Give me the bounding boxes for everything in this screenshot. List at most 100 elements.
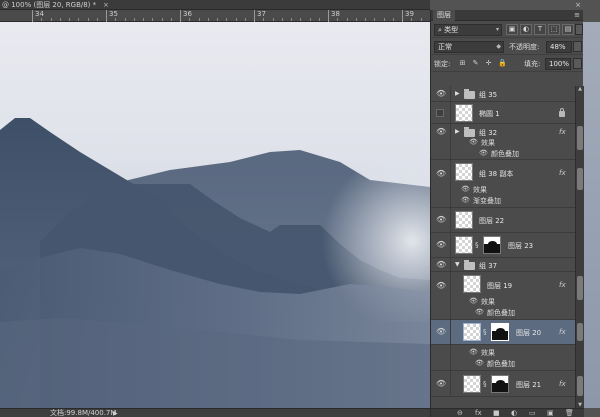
layer-name[interactable]: 图层 22 (479, 216, 504, 226)
effects-eye-icon[interactable]: 👁 (469, 138, 478, 146)
fill-slider-toggle[interactable] (573, 58, 582, 69)
expand-arrow-icon[interactable]: ▶ (455, 90, 460, 97)
ruler-minor-tick (143, 18, 144, 21)
panel-menu-icon[interactable]: ≡ (574, 10, 580, 21)
scrollbar-thumb[interactable] (577, 126, 583, 150)
effect-eye-icon[interactable]: 👁 (475, 308, 484, 316)
link-chain-icon[interactable]: § (483, 328, 487, 336)
document-tab-title[interactable]: @ 100% (图层 20, RGB/8) * (2, 0, 96, 10)
layer-name[interactable]: 图层 19 (487, 281, 512, 291)
fx-icon[interactable]: fx (559, 128, 566, 136)
scrollbar-thumb[interactable] (577, 276, 583, 300)
filter-shape-icon[interactable]: ⬚ (548, 24, 560, 35)
blend-mode-select[interactable]: 正常 ◆ (434, 41, 504, 53)
layer-row-layer-22[interactable]: 👁 图层 22 (431, 208, 575, 233)
layer-row-layer-19[interactable]: 👁 图层 19 fx 👁 效果 👁 颜色叠加 (431, 272, 575, 320)
visibility-eye-icon[interactable]: 👁 (436, 127, 446, 137)
effect-eye-icon[interactable]: 👁 (479, 149, 488, 157)
layer-name[interactable]: 图层 20 (516, 328, 541, 338)
layer-row-layer-20[interactable]: 👁 § 图层 20 fx (431, 320, 575, 345)
layer-row-group-38-copy[interactable]: 👁 组 38 副本 fx 👁 效果 👁 渐变叠加 (431, 160, 575, 208)
group-icon[interactable]: ▭ (529, 409, 536, 417)
layer-row-group-32[interactable]: 👁 ▶ 组 32 fx 👁 效果 👁 颜色叠加 (431, 124, 575, 160)
layer-row-group-35[interactable]: 👁 ▶ 组 35 (431, 86, 575, 102)
lock-all-icon[interactable]: 🔒 (498, 59, 507, 67)
fx-icon[interactable]: fx (559, 380, 566, 388)
effect-color-overlay[interactable]: 颜色叠加 (491, 149, 519, 159)
collapse-arrow-icon[interactable]: ▼ (455, 261, 460, 268)
layer-mask-thumbnail[interactable] (483, 236, 501, 254)
filter-type-select[interactable]: ⌕ 类型 ▾ (434, 24, 502, 36)
scrollbar-thumb[interactable] (577, 323, 583, 341)
tab-layers[interactable]: 图层 (433, 10, 455, 21)
filter-smart-icon[interactable]: ▤ (562, 24, 574, 35)
visibility-eye-icon[interactable]: 👁 (436, 215, 446, 225)
fx-icon[interactable]: fx (559, 328, 566, 336)
link-chain-icon[interactable]: § (475, 241, 479, 249)
trash-icon[interactable]: 🗑 (565, 409, 574, 417)
close-icon[interactable]: × (103, 0, 109, 10)
layer-row-layer-21[interactable]: 👁 § 图层 21 fx (431, 371, 575, 397)
lock-transparency-icon[interactable]: ⊞ (459, 59, 466, 67)
layer-list-scrollbar[interactable]: ▲ ▼ (575, 86, 584, 408)
status-menu-arrow[interactable]: ▶ (113, 409, 118, 417)
layer-row-group-37[interactable]: 👁 ▼ 组 37 (431, 258, 575, 272)
filter-adjustment-icon[interactable]: ◐ (520, 24, 532, 35)
fx-icon[interactable]: fx (559, 169, 566, 177)
layer-mask-thumbnail[interactable] (491, 375, 509, 393)
link-icon[interactable]: ⊖ (457, 409, 463, 417)
new-layer-icon[interactable]: ▣ (547, 409, 554, 417)
effects-eye-icon[interactable]: 👁 (469, 348, 478, 356)
visibility-eye-icon[interactable]: 👁 (436, 327, 446, 337)
fx-icon[interactable]: fx (559, 281, 566, 289)
visibility-eye-icon[interactable]: 👁 (436, 260, 446, 270)
visibility-eye-icon[interactable]: 👁 (436, 240, 446, 250)
column-divider (450, 371, 451, 396)
document-canvas[interactable] (0, 22, 430, 408)
layer-name[interactable]: 图层 21 (516, 380, 541, 390)
effects-eye-icon[interactable]: 👁 (469, 297, 478, 305)
effect-gradient-overlay[interactable]: 渐变叠加 (473, 196, 501, 206)
visibility-eye-icon[interactable]: 👁 (436, 89, 446, 99)
visibility-eye-icon[interactable]: 👁 (436, 169, 446, 179)
effect-eye-icon[interactable]: 👁 (475, 359, 484, 367)
layer-name[interactable]: 椭圆 1 (479, 109, 500, 119)
effect-color-overlay[interactable]: 颜色叠加 (487, 359, 515, 369)
lock-position-icon[interactable]: ✛ (485, 59, 492, 67)
ruler-minor-tick (420, 18, 422, 21)
visibility-off-icon[interactable] (436, 109, 444, 117)
fill-input[interactable]: 100% (545, 58, 571, 70)
link-chain-icon[interactable]: § (483, 380, 487, 388)
expand-arrow-icon[interactable]: ▶ (455, 128, 460, 135)
layer-name[interactable]: 组 38 副本 (479, 169, 513, 179)
scrollbar-thumb[interactable] (577, 376, 583, 396)
visibility-eye-icon[interactable]: 👁 (436, 281, 446, 291)
column-divider (450, 86, 451, 101)
lock-icon (559, 108, 565, 117)
layer-name[interactable]: 组 32 (479, 128, 497, 138)
lock-pixels-icon[interactable]: ✎ (472, 59, 479, 67)
scrollbar-thumb[interactable] (577, 168, 583, 190)
opacity-input[interactable]: 48% (546, 41, 572, 53)
scroll-up-icon[interactable]: ▲ (576, 86, 584, 92)
filter-pixel-icon[interactable]: ▣ (506, 24, 518, 35)
effect-eye-icon[interactable]: 👁 (461, 196, 470, 204)
mask-icon[interactable]: ■ (493, 409, 500, 417)
effect-color-overlay[interactable]: 颜色叠加 (487, 308, 515, 318)
panel-close-icon[interactable]: × (575, 1, 581, 9)
adjustment-icon[interactable]: ◐ (511, 409, 517, 417)
layer-row-layer-23[interactable]: 👁 § 图层 23 (431, 233, 575, 258)
layer-mask-thumbnail[interactable] (491, 323, 509, 341)
visibility-eye-icon[interactable]: 👁 (436, 379, 446, 389)
filter-toggle[interactable] (575, 24, 583, 35)
layer-thumbnail (455, 236, 473, 254)
layer-name[interactable]: 图层 23 (508, 241, 533, 251)
layer-row-ellipse-1[interactable]: 椭圆 1 (431, 102, 575, 124)
fx-icon[interactable]: fx (475, 409, 482, 417)
effects-eye-icon[interactable]: 👁 (461, 185, 470, 193)
layer-name[interactable]: 组 35 (479, 90, 497, 100)
filter-type-icon[interactable]: T (534, 24, 546, 35)
layer-name[interactable]: 组 37 (479, 261, 497, 271)
layer-thumbnail (463, 275, 481, 293)
opacity-slider-toggle[interactable] (573, 41, 582, 52)
